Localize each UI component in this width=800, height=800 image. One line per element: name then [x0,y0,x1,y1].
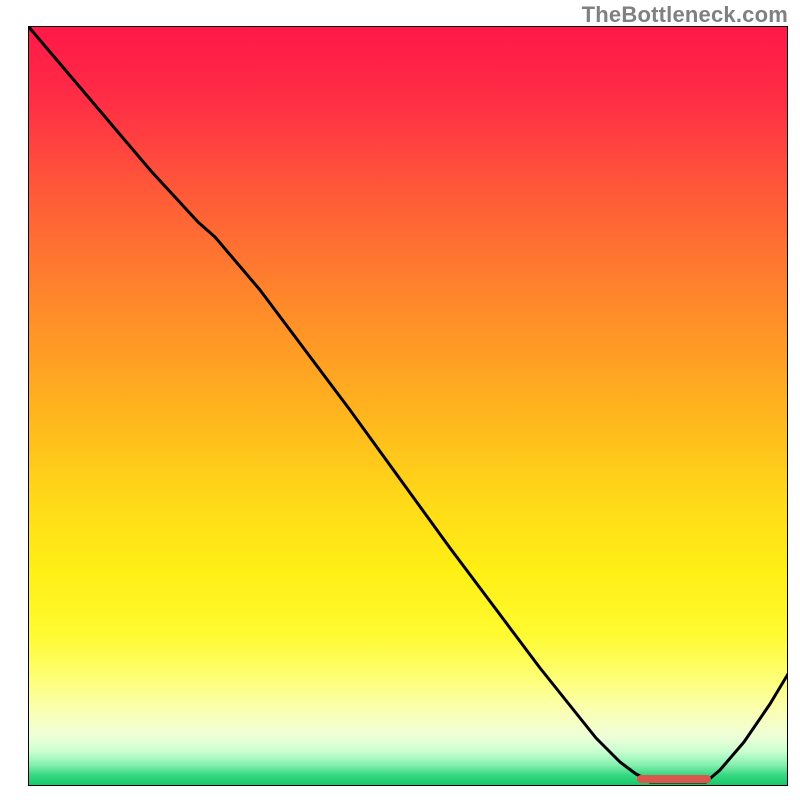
plot-area [28,26,788,786]
flat-marker [637,775,711,783]
chart-container: TheBottleneck.com [0,0,800,800]
plot-svg [28,26,788,786]
gradient-background [28,26,788,786]
watermark-text: TheBottleneck.com [582,2,788,28]
